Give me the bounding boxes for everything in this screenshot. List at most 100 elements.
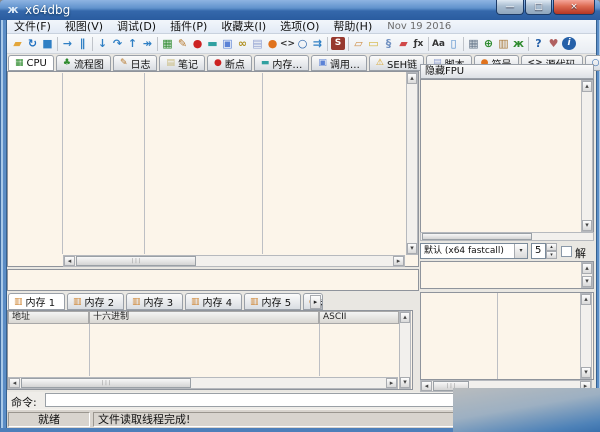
tab-seh-chain[interactable]: ⚠ SEH链 — [369, 55, 424, 71]
bookmarks-icon[interactable]: ▰ — [396, 36, 411, 52]
maximize-button[interactable]: □ — [525, 0, 552, 15]
references-search-icon[interactable]: ○ — [295, 36, 310, 52]
scroll-down-button[interactable] — [581, 367, 591, 378]
dump-tab-memory5[interactable]: ▥ 内存 5 — [244, 293, 301, 310]
about-info-icon[interactable]: i — [562, 37, 576, 50]
dump-tab-memory1[interactable]: ▥ 内存 1 — [8, 293, 65, 310]
calculator-icon[interactable]: ▦ — [466, 36, 481, 52]
scrollbar-thumb[interactable] — [76, 256, 196, 266]
dump-column-address[interactable]: 地址 — [8, 311, 89, 324]
dump-column-ascii[interactable]: ASCII — [319, 311, 399, 324]
scroll-right-button[interactable] — [393, 256, 404, 266]
memory-map-icon[interactable]: ▬ — [205, 36, 220, 52]
disassembly-panel[interactable] — [7, 71, 419, 267]
log-view-icon[interactable]: ✎ — [175, 36, 190, 52]
dump-tab-memory3[interactable]: ▥ 内存 3 — [126, 293, 183, 310]
dump-tab-memory2[interactable]: ▥ 内存 2 — [67, 293, 124, 310]
seh-chain-icon[interactable]: ∞ — [235, 36, 250, 52]
tab-graph[interactable]: ♣ 流程图 — [56, 55, 111, 71]
dump-horizontal-scrollbar[interactable] — [8, 377, 398, 389]
stack-panel[interactable] — [420, 292, 594, 380]
disassembly-vertical-scrollbar[interactable] — [406, 72, 418, 255]
scroll-down-button[interactable] — [582, 220, 592, 231]
run-icon[interactable]: → — [60, 36, 75, 52]
dump-tab-scroll-right-button[interactable] — [310, 295, 321, 309]
chevron-down-icon[interactable] — [514, 244, 527, 258]
scroll-left-button[interactable] — [9, 378, 20, 388]
calling-convention-dropdown[interactable]: 默认 (x64 fastcall) — [420, 243, 528, 259]
snowman-decompiler-icon[interactable]: S — [331, 37, 345, 50]
spin-down-button[interactable] — [546, 251, 557, 259]
call-stack-icon[interactable]: ▣ — [220, 36, 235, 52]
menu-plugins[interactable]: 插件(P) — [163, 20, 214, 33]
dump-column-hex[interactable]: 十六进制 — [89, 311, 319, 324]
pause-icon[interactable]: ∥ — [75, 36, 90, 52]
menu-file[interactable]: 文件(F) — [7, 20, 58, 33]
scroll-down-button[interactable] — [400, 377, 410, 388]
step-over-icon[interactable]: ↷ — [110, 36, 125, 52]
unlock-checkbox[interactable] — [561, 246, 572, 257]
scroll-left-button[interactable] — [421, 381, 432, 391]
tab-call-stack[interactable]: ▣ 调用… — [311, 55, 367, 71]
scroll-up-button[interactable] — [400, 312, 410, 323]
symbols-icon[interactable]: ● — [265, 36, 280, 52]
source-code-icon[interactable]: <> — [280, 36, 295, 52]
report-bug-icon[interactable]: ж — [511, 36, 526, 52]
tab-cpu[interactable]: ▦ CPU — [8, 55, 54, 71]
scroll-down-button[interactable] — [407, 243, 417, 254]
scroll-left-button[interactable] — [64, 256, 75, 266]
scrollbar-thumb[interactable] — [21, 378, 191, 388]
menu-help[interactable]: 帮助(H) — [326, 20, 379, 33]
functions-icon[interactable]: ƒx — [411, 36, 426, 52]
titlebar[interactable]: ж x64dbg — □ × — [0, 0, 600, 20]
menu-view[interactable]: 视图(V) — [58, 20, 110, 33]
stack-vertical-scrollbar[interactable] — [580, 293, 592, 379]
arguments-panel[interactable] — [420, 261, 594, 289]
plugins-icon[interactable]: ▥ — [496, 36, 511, 52]
menu-options[interactable]: 选项(O) — [273, 20, 326, 33]
dump-tab-memory4[interactable]: ▥ 内存 4 — [185, 293, 242, 310]
settings-icon[interactable]: ⊕ — [481, 36, 496, 52]
tab-breakpoints[interactable]: ● 断点 — [207, 55, 252, 71]
appearance-icon[interactable]: Aa — [431, 36, 446, 52]
open-file-icon[interactable]: ▰ — [10, 36, 25, 52]
tab-log[interactable]: ✎ 日志 — [113, 55, 158, 71]
comments-icon[interactable]: ▭ — [366, 36, 381, 52]
breakpoints-icon[interactable]: ● — [190, 36, 205, 52]
scroll-up-button[interactable] — [582, 263, 592, 274]
donate-icon[interactable]: ♥ — [546, 36, 561, 52]
help-icon[interactable]: ? — [531, 36, 546, 52]
tab-memory-map[interactable]: ▬ 内存… — [254, 55, 310, 71]
hide-fpu-button[interactable]: 隐藏FPU — [420, 64, 594, 79]
scroll-up-button[interactable] — [581, 294, 591, 305]
threads-icon[interactable]: ⇉ — [310, 36, 325, 52]
scroll-down-button[interactable] — [582, 276, 592, 287]
registers-panel[interactable] — [420, 79, 594, 233]
arguments-vertical-scrollbar[interactable] — [581, 262, 593, 288]
registers-vertical-scrollbar[interactable] — [581, 80, 593, 232]
script-icon[interactable]: ▤ — [250, 36, 265, 52]
patches-icon[interactable]: ▱ — [351, 36, 366, 52]
scroll-up-button[interactable] — [582, 81, 592, 92]
info-box[interactable] — [7, 269, 419, 291]
scroll-up-button[interactable] — [407, 73, 417, 84]
spin-up-button[interactable] — [546, 243, 557, 251]
tab-notes[interactable]: ▤ 笔记 — [159, 55, 205, 71]
minimize-button[interactable]: — — [496, 0, 524, 15]
labels-icon[interactable]: § — [381, 36, 396, 52]
menu-debug[interactable]: 调试(D) — [110, 20, 163, 33]
run-to-user-code-icon[interactable]: ↠ — [140, 36, 155, 52]
disassembly-horizontal-scrollbar[interactable] — [63, 255, 405, 267]
step-into-icon[interactable]: ↓ — [95, 36, 110, 52]
shortcuts-icon[interactable]: ▯ — [446, 36, 461, 52]
restart-icon[interactable]: ↻ — [25, 36, 40, 52]
close-button[interactable]: × — [553, 0, 595, 15]
scrollbar-thumb[interactable] — [422, 233, 532, 240]
menu-favourites[interactable]: 收藏夹(I) — [214, 20, 273, 33]
argument-count-field[interactable]: 5 — [531, 243, 546, 259]
cpu-view-icon[interactable]: ▦ — [160, 36, 175, 52]
registers-horizontal-scrollbar[interactable] — [420, 232, 594, 241]
step-out-icon[interactable]: ↑ — [125, 36, 140, 52]
dump-vertical-scrollbar[interactable] — [399, 311, 411, 389]
close-process-icon[interactable]: ■ — [40, 36, 55, 52]
